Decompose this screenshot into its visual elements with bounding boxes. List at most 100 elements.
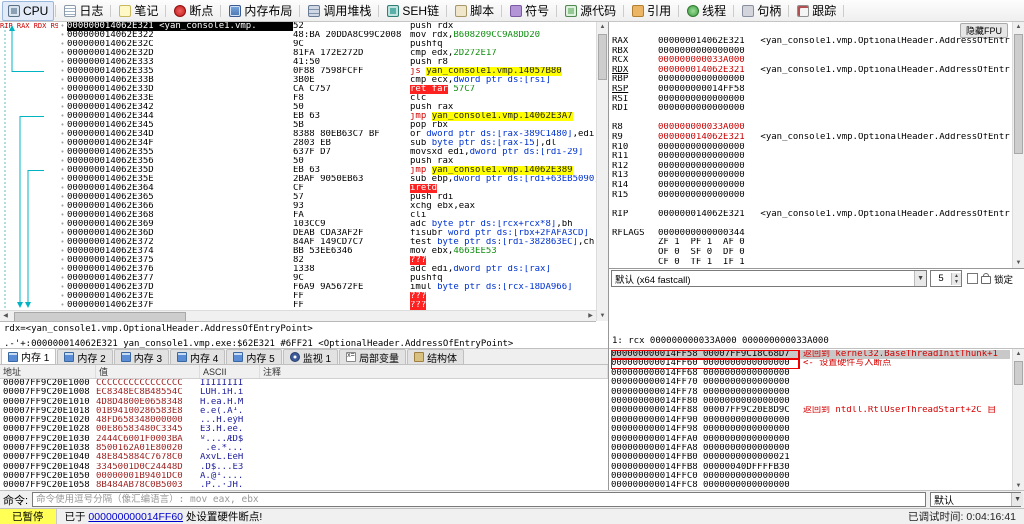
- register-row[interactable]: R13 0000000000000000: [612, 171, 1010, 181]
- breakpoint-gutter-dot[interactable]: [58, 229, 67, 238]
- disasm-address[interactable]: 000000014062E364: [67, 184, 293, 193]
- register-value[interactable]: 0000000000000000: [658, 171, 755, 181]
- breakpoint-gutter-dot[interactable]: [58, 58, 67, 67]
- disasm-row[interactable]: 000000014062E364 CF iretd: [0, 184, 596, 193]
- disasm-row[interactable]: 000000014062E33B 3B0E cmp ecx,dword ptr …: [0, 76, 596, 85]
- scroll-down-arrow-icon[interactable]: ▼: [1013, 258, 1024, 268]
- register-row[interactable]: RAX 000000014062E321 <yan_console1.vmp.O…: [612, 37, 1010, 47]
- register-row[interactable]: R10 0000000000000000: [612, 143, 1010, 153]
- scroll-up-arrow-icon[interactable]: ▲: [1013, 22, 1024, 32]
- register-row[interactable]: RIP 000000014062E321 <yan_console1.vmp.O…: [612, 210, 1010, 220]
- register-value[interactable]: 0000000000000000: [658, 191, 755, 201]
- disasm-address[interactable]: 000000014062E333: [67, 58, 293, 67]
- breakpoint-gutter-dot[interactable]: [58, 274, 67, 283]
- disasm-row[interactable]: 000000014062E375 82 ???: [0, 256, 596, 265]
- breakpoint-gutter-dot[interactable]: [58, 40, 67, 49]
- breakpoint-gutter-dot[interactable]: [58, 130, 67, 139]
- disasm-address[interactable]: 000000014062E376: [67, 265, 293, 274]
- stack-row[interactable]: 000000000014FF78 0000000000000000: [611, 388, 1010, 397]
- disasm-row[interactable]: 000000014062E32C 9C pushfq: [0, 40, 596, 49]
- registers-scrollbar[interactable]: ▲ ▼: [1012, 22, 1024, 268]
- status-breakpoint-address-link[interactable]: 000000000014FF60: [88, 511, 183, 523]
- dump-header-ascii[interactable]: ASCII: [200, 365, 260, 378]
- lock-arguments-checkbox[interactable]: 锁定: [965, 272, 1015, 286]
- toolbar-tab[interactable]: 断点: [168, 1, 219, 21]
- dump-row[interactable]: 00007FF9C20E1048 3345001D0C24448D .D$...…: [0, 463, 608, 472]
- toolbar-tab[interactable]: 线程: [681, 1, 732, 21]
- breakpoint-gutter-dot[interactable]: [58, 22, 67, 31]
- scrollbar-thumb[interactable]: [1014, 34, 1023, 154]
- register-value[interactable]: 0000000000000000: [658, 162, 755, 172]
- stack-row[interactable]: 000000000014FF58 00007FF9C18C68D7 返回到 ke…: [611, 350, 1010, 359]
- disasm-address[interactable]: 000000014062E37D: [67, 283, 293, 292]
- breakpoint-gutter-dot[interactable]: [58, 292, 67, 301]
- disasm-address[interactable]: 000000014062E33E: [67, 94, 293, 103]
- register-row[interactable]: R12 0000000000000000: [612, 162, 1010, 172]
- dump-row[interactable]: 00007FF9C20E1028 00E86583480C3345 E3.H.e…: [0, 425, 608, 434]
- register-row[interactable]: RSI 0000000000000000: [612, 95, 1010, 105]
- toolbar-tab[interactable]: CPU: [2, 1, 54, 21]
- disasm-address[interactable]: 000000014062E34F: [67, 139, 293, 148]
- breakpoint-gutter-dot[interactable]: [58, 121, 67, 130]
- toolbar-tab[interactable]: 源代码: [559, 1, 622, 21]
- argument-row[interactable]: 1: rcx 000000000033A000 000000000033A000: [612, 336, 1021, 347]
- toolbar-tab[interactable]: 内存布局: [223, 1, 298, 21]
- chevron-down-icon[interactable]: ▼: [1011, 493, 1023, 506]
- register-value[interactable]: 0000000000000000: [658, 152, 755, 162]
- dump-row[interactable]: 00007FF9C20E1018 01B94100286583E8 è.e(.A…: [0, 407, 608, 416]
- register-value[interactable]: [658, 114, 755, 124]
- register-row[interactable]: [612, 114, 1010, 124]
- disasm-address[interactable]: 000000014062E355: [67, 148, 293, 157]
- scroll-up-arrow-icon[interactable]: ▲: [1013, 349, 1024, 359]
- breakpoint-gutter-dot[interactable]: [58, 148, 67, 157]
- breakpoint-gutter-dot[interactable]: [58, 283, 67, 292]
- dump-row[interactable]: 00007FF9C20E1050 00000001B9401DC0 À.@¹..…: [0, 472, 608, 481]
- stack-row[interactable]: 000000000014FF60 0000000000000000 <- 设置硬…: [611, 359, 1010, 368]
- scroll-left-arrow-icon[interactable]: ◀: [0, 311, 11, 321]
- register-row[interactable]: R15 0000000000000000: [612, 191, 1010, 201]
- disasm-address[interactable]: 000000014062E32C: [67, 40, 293, 49]
- disasm-row[interactable]: 000000014062E34D 8388 80EB63C7 BF or dwo…: [0, 130, 596, 139]
- toolbar-tab[interactable]: 日志: [58, 1, 109, 21]
- dump-header-comment[interactable]: 注释: [260, 365, 608, 378]
- breakpoint-gutter-dot[interactable]: [58, 112, 67, 121]
- scroll-up-arrow-icon[interactable]: ▲: [597, 22, 608, 32]
- breakpoint-gutter-dot[interactable]: [58, 157, 67, 166]
- register-row[interactable]: ZF 1 PF 1 AF 0: [612, 238, 1010, 248]
- breakpoint-gutter-dot[interactable]: [58, 184, 67, 193]
- breakpoint-gutter-dot[interactable]: [58, 166, 67, 175]
- stack-row[interactable]: 000000000014FF70 0000000000000000: [611, 378, 1010, 387]
- disasm-row[interactable]: 000000014062E344 EB 63 jmp yan_console1.…: [0, 112, 596, 121]
- breakpoint-gutter-dot[interactable]: [58, 85, 67, 94]
- breakpoint-gutter-dot[interactable]: [58, 220, 67, 229]
- register-row[interactable]: OF 0 SF 0 DF 0: [612, 248, 1010, 258]
- bottom-tab[interactable]: 内存 1: [1, 348, 56, 364]
- disasm-row[interactable]: 000000014062E37D F6A9 9A5672FE imul byte…: [0, 283, 596, 292]
- argument-count-stepper[interactable]: 5 ▲▼: [930, 270, 962, 287]
- scroll-right-arrow-icon[interactable]: ▶: [585, 311, 596, 321]
- disasm-row[interactable]: 000000014062E35E 2BAF 9050EB63 sub ebp,d…: [0, 175, 596, 184]
- register-value[interactable]: [658, 219, 755, 229]
- disasm-address[interactable]: 000000014062E36D: [67, 229, 293, 238]
- disasm-row[interactable]: 000000014062E374 BB 53EE6346 mov ebx,466…: [0, 247, 596, 256]
- dump-row[interactable]: 00007FF9C20E1030 2444C6001F0003BA º....Æ…: [0, 435, 608, 444]
- register-row[interactable]: RSP 000000000014FF58: [612, 85, 1010, 95]
- disasm-row[interactable]: 000000014062E34F 2803 EB sub byte ptr ds…: [0, 139, 596, 148]
- checkbox-icon[interactable]: [967, 273, 978, 284]
- register-value[interactable]: 000000000033A000: [658, 123, 755, 133]
- scroll-down-arrow-icon[interactable]: ▼: [597, 311, 608, 321]
- stack-row[interactable]: 000000000014FF90 0000000000000000: [611, 416, 1010, 425]
- breakpoint-gutter-dot[interactable]: [58, 31, 67, 40]
- disasm-address[interactable]: 000000014062E345: [67, 121, 293, 130]
- disasm-address[interactable]: 000000014062E321 <yan_console1.vmp.: [67, 22, 293, 31]
- toolbar-tab[interactable]: 符号: [504, 1, 555, 21]
- register-value[interactable]: OF 0 SF 0 DF 0: [658, 248, 755, 258]
- breakpoint-gutter-dot[interactable]: [58, 175, 67, 184]
- breakpoint-gutter-dot[interactable]: [58, 238, 67, 247]
- bottom-tab[interactable]: 内存 5: [226, 349, 281, 364]
- disasm-row[interactable]: 000000014062E372 84AF 149CD7C7 test byte…: [0, 238, 596, 247]
- disasm-address[interactable]: 000000014062E33B: [67, 76, 293, 85]
- bottom-tab[interactable]: 内存 3: [114, 349, 169, 364]
- bottom-tab[interactable]: 内存 4: [170, 349, 225, 364]
- register-row[interactable]: RFLAGS 0000000000000344: [612, 229, 1010, 239]
